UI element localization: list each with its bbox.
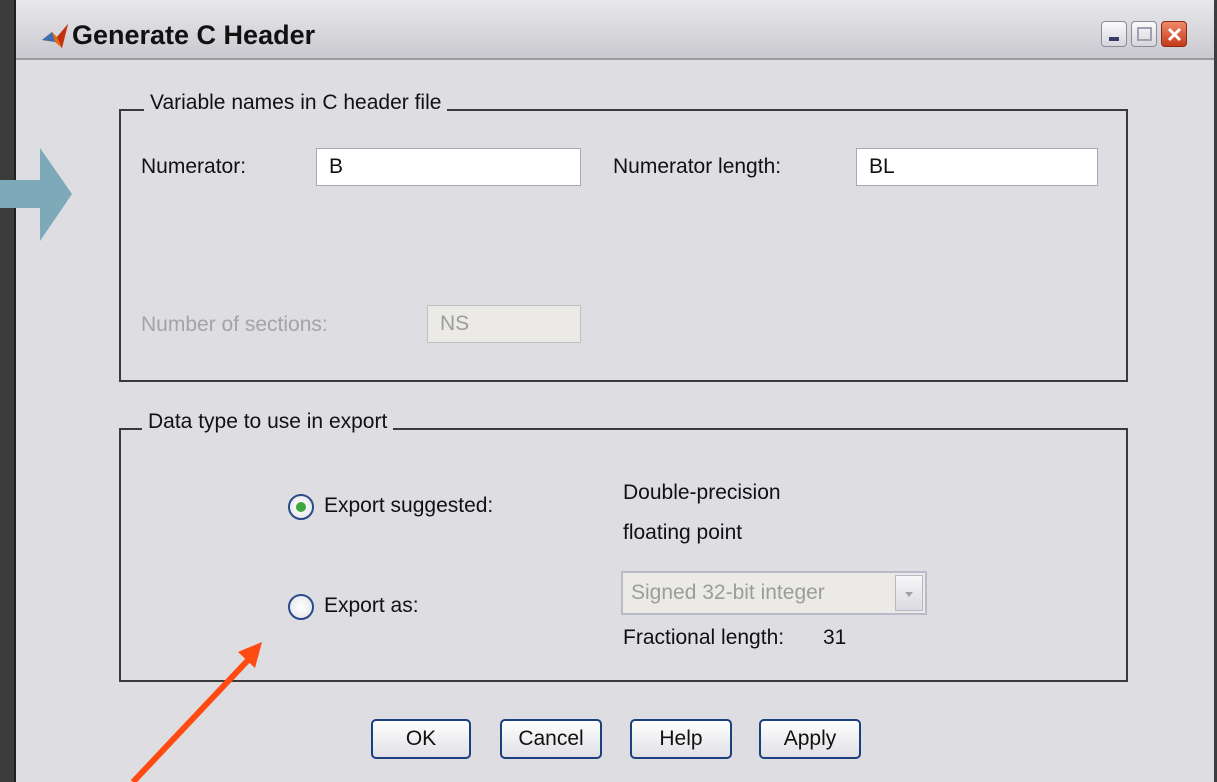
pointer-arrow-line — [130, 655, 253, 782]
block-arrow-annotation — [0, 148, 72, 241]
annotation-overlay — [0, 148, 262, 782]
